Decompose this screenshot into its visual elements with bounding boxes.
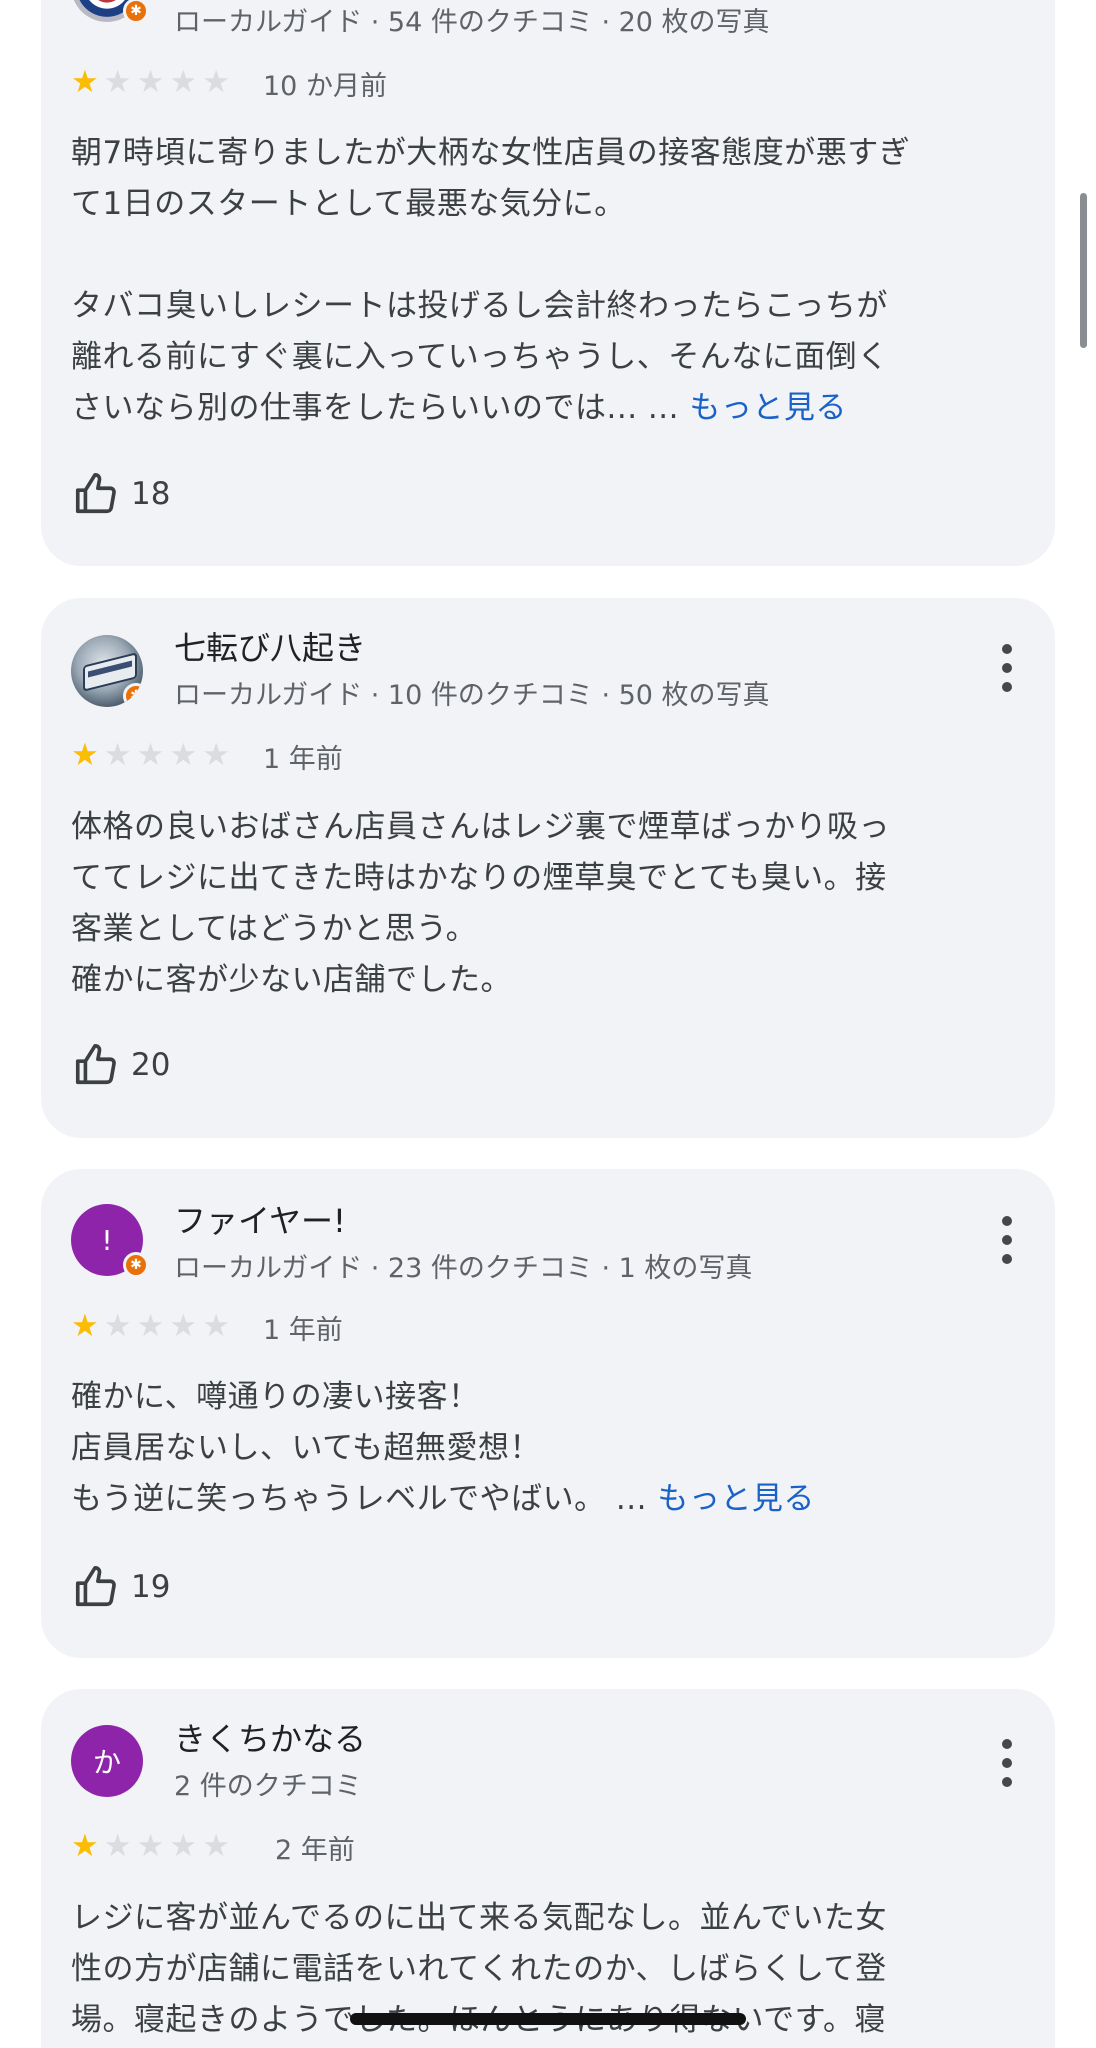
- review-line: もう逆に笑っちゃうレベルでやばい。 ... もっと見る: [71, 1474, 1051, 1525]
- star-rating: ★ ★ ★ ★ ★: [71, 1831, 230, 1862]
- reviews-screen: ✱ ローカルガイド · 54 件のクチコミ · 20 枚の写真 ★ ★ ★ ★ …: [0, 0, 1096, 2048]
- star-icon: ★: [71, 1308, 99, 1344]
- review-date: 1 年前: [263, 1315, 343, 1346]
- reviewer-meta: 2 件のクチコミ: [174, 1771, 362, 1802]
- review-line: タバコ臭いしレシートは投げるし会計終わったらこっちが: [71, 288, 888, 324]
- more-options-button[interactable]: [999, 1739, 1015, 1787]
- star-icon: ★: [103, 64, 132, 100]
- thumbs-up-icon: [75, 1044, 116, 1085]
- review-line: 店員居ないし、いても超無愛想！: [71, 1430, 542, 1466]
- reviewer-name[interactable]: ファイヤー!: [174, 1196, 346, 1242]
- more-vert-icon: [1002, 1216, 1012, 1226]
- see-more-link[interactable]: もっと見る: [689, 390, 847, 426]
- review-line: レジに客が並んでるのに出て来る気配なし。並んでいた女: [71, 1900, 887, 1936]
- review-date: 2 年前: [275, 1835, 355, 1866]
- review-card: ✱ ローカルガイド · 54 件のクチコミ · 20 枚の写真 ★ ★ ★ ★ …: [41, 0, 1055, 566]
- scrollbar[interactable]: [1080, 193, 1087, 348]
- like-button[interactable]: 20: [71, 1042, 170, 1088]
- local-guide-badge-icon: ✱: [123, 0, 149, 24]
- star-icon: ★: [71, 64, 99, 100]
- review-line: ててレジに出てきた時はかなりの煙草臭でとても臭い。接: [71, 860, 887, 896]
- review-line: [71, 230, 1051, 281]
- star-rating: ★ ★ ★ ★ ★: [71, 740, 230, 771]
- like-count: 19: [131, 1569, 171, 1605]
- see-more-link[interactable]: もっと見る: [657, 1481, 815, 1517]
- home-indicator[interactable]: [350, 2013, 746, 2025]
- review-line: 性の方が店舗に電話をいれてくれたのか、しばらくして登: [71, 1951, 887, 1987]
- review-line: さいなら別の仕事をしたらいいのでは... ... もっと見る: [71, 383, 1051, 434]
- reviewer-avatar[interactable]: か: [71, 1725, 143, 1797]
- star-icon: ★: [136, 1308, 165, 1344]
- star-icon: ★: [169, 64, 198, 100]
- thumbs-up-icon: [75, 473, 116, 514]
- like-count: 20: [131, 1047, 171, 1083]
- review-text: 体格の良いおばさん店員さんはレジ裏で煙草ばっかり吸っ ててレジに出てきた時はかな…: [71, 802, 1051, 1006]
- review-text: 確かに、噂通りの凄い接客！ 店員居ないし、いても超無愛想！ もう逆に笑っちゃうレ…: [71, 1372, 1051, 1525]
- review-card: ! ✱ ファイヤー! ローカルガイド · 23 件のクチコミ · 1 枚の写真 …: [41, 1169, 1055, 1658]
- star-icon: ★: [169, 737, 198, 773]
- review-line-text: さいなら別の仕事をしたらいいのでは... ...: [71, 390, 679, 426]
- star-icon: ★: [103, 1308, 132, 1344]
- more-options-button[interactable]: [999, 644, 1015, 692]
- more-vert-icon: [1002, 644, 1012, 654]
- reviewer-avatar[interactable]: ✱: [71, 0, 149, 24]
- local-guide-badge-icon: ✱: [123, 683, 143, 707]
- star-icon: ★: [71, 1828, 99, 1864]
- star-icon: ★: [71, 737, 99, 773]
- review-line: 確かに客が少ない店舗でした。: [71, 962, 512, 998]
- more-options-button[interactable]: [999, 1216, 1015, 1264]
- reviewer-meta: ローカルガイド · 23 件のクチコミ · 1 枚の写真: [174, 1253, 753, 1284]
- star-icon: ★: [136, 1828, 165, 1864]
- review-date: 1 年前: [263, 744, 343, 775]
- star-icon: ★: [103, 737, 132, 773]
- star-icon: ★: [169, 1828, 198, 1864]
- review-line: 体格の良いおばさん店員さんはレジ裏で煙草ばっかり吸っ: [71, 809, 890, 845]
- star-icon: ★: [202, 1828, 230, 1864]
- like-count: 18: [131, 476, 171, 512]
- reviewer-avatar[interactable]: ✱: [71, 635, 143, 707]
- review-line: 確かに、噂通りの凄い接客！: [71, 1379, 480, 1415]
- star-icon: ★: [136, 737, 165, 773]
- star-icon: ★: [202, 64, 230, 100]
- avatar-letter: !: [101, 1223, 113, 1257]
- star-icon: ★: [169, 1308, 198, 1344]
- like-button[interactable]: 19: [71, 1564, 170, 1610]
- review-card: か きくちかなる 2 件のクチコミ ★ ★ ★ ★ ★ 2 年前 レジに客が並ん…: [41, 1689, 1055, 2048]
- local-guide-badge-icon: ✱: [123, 1252, 149, 1278]
- review-card: ✱ 七転び八起き ローカルガイド · 10 件のクチコミ · 50 枚の写真 ★…: [41, 598, 1055, 1138]
- reviewer-meta: ローカルガイド · 10 件のクチコミ · 50 枚の写真: [174, 680, 770, 711]
- star-icon: ★: [202, 1308, 230, 1344]
- reviewer-name[interactable]: 七転び八起き: [174, 623, 366, 669]
- review-line: 離れる前にすぐ裏に入っていっちゃうし、そんなに面倒く: [71, 339, 889, 375]
- review-text: 朝7時頃に寄りましたが大柄な女性店員の接客態度が悪すぎ て1日のスタートとして最…: [71, 128, 1051, 434]
- star-icon: ★: [136, 64, 165, 100]
- review-line-text: もう逆に笑っちゃうレベルでやばい。 ...: [71, 1481, 647, 1517]
- review-date: 10 か月前: [263, 71, 387, 102]
- avatar-letter: か: [92, 1746, 121, 1779]
- star-rating: ★ ★ ★ ★ ★: [71, 67, 230, 98]
- like-button[interactable]: 18: [71, 471, 170, 517]
- review-line: 客業としてはどうかと思う。: [71, 911, 478, 947]
- review-line: て1日のスタートとして最悪な気分に。: [71, 186, 626, 222]
- thumbs-up-icon: [75, 1566, 116, 1607]
- star-icon: ★: [202, 737, 230, 773]
- reviewer-avatar[interactable]: ! ✱: [71, 1204, 149, 1278]
- review-line: 朝7時頃に寄りましたが大柄な女性店員の接客態度が悪すぎ: [71, 135, 911, 171]
- more-vert-icon: [1002, 1739, 1012, 1749]
- star-rating: ★ ★ ★ ★ ★: [71, 1311, 230, 1342]
- reviewer-name[interactable]: きくちかなる: [174, 1714, 366, 1760]
- star-icon: ★: [103, 1828, 132, 1864]
- reviewer-meta: ローカルガイド · 54 件のクチコミ · 20 枚の写真: [174, 7, 770, 38]
